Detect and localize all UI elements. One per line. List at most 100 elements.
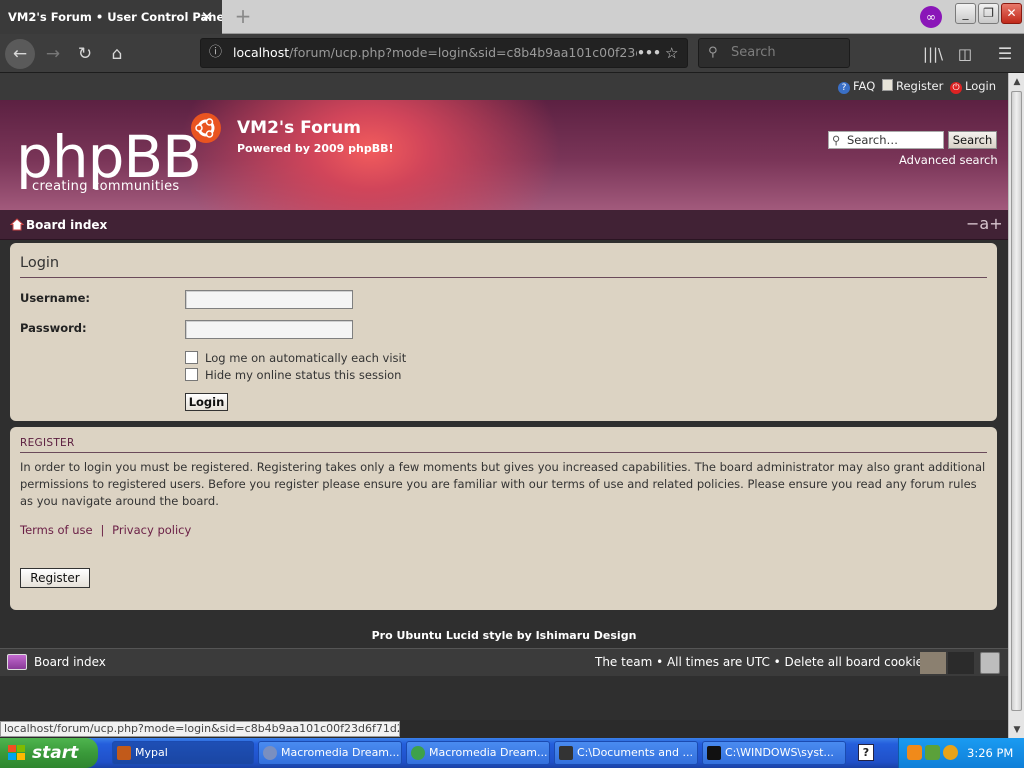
font-size-controls[interactable]: −a+ [966,214,1003,233]
divider [20,452,987,453]
taskbar-clock: 3:26 PM [967,746,1014,760]
vertical-scrollbar[interactable]: ▲ ▼ [1008,73,1024,740]
autologin-checkbox[interactable] [185,351,198,364]
top-navigation: ? FAQ Register ⏻ Login [0,73,1008,100]
web-page: ? FAQ Register ⏻ Login phpBB creating comm… [0,73,1008,720]
taskbar-item-dreamweaver-2[interactable]: Macromedia Dream... [406,741,550,765]
system-tray: 3:26 PM [898,738,1024,768]
logo-tagline: creating communities [32,179,180,194]
login-label: Login [965,79,997,93]
breadcrumb-board-index[interactable]: Board index [26,218,107,232]
search-icon: ⚲ [832,133,841,147]
faq-link[interactable]: ? FAQ [838,79,875,94]
back-arrow-icon[interactable]: ← [5,39,35,69]
browser-tab-strip: VM2's Forum • User Control Panel • Login… [0,0,1024,34]
privacy-policy-link[interactable]: Privacy policy [112,523,191,537]
breadcrumb: Board index −a+ [0,210,1008,240]
browser-search-input[interactable]: ⚲ Search [698,38,850,68]
url-path: /forum/ucp.php?mode=login&sid=c8b4b9aa10… [289,45,644,60]
link-status-url: localhost/forum/ucp.php?mode=login&sid=c… [0,721,400,737]
color-swatch-dark[interactable] [948,652,974,674]
forum-search-input[interactable]: ⚲ Search… [828,131,944,149]
task-label: Macromedia Dream... [429,746,548,759]
footer-board-index-link[interactable]: Board index [34,655,106,669]
close-window-button[interactable]: ✕ [1001,3,1022,24]
register-link[interactable]: Register [882,79,943,93]
site-info-icon[interactable]: ⓘ [209,39,222,67]
power-icon: ⏻ [950,82,962,94]
new-tab-icon[interactable]: + [232,5,254,27]
taskbar-item-documents-folder[interactable]: C:\Documents and ... [554,741,698,765]
forum-title[interactable]: VM2's Forum [237,118,361,138]
taskbar-item-command-prompt[interactable]: C:\WINDOWS\syst... [702,741,846,765]
help-icon[interactable]: ? [858,744,874,761]
tray-search-icon[interactable] [943,745,958,760]
scrollbar-thumb[interactable] [1011,91,1022,711]
menu-hamburger-icon[interactable]: ☰ [990,39,1020,69]
page-actions-icon[interactable]: ••• [637,39,661,67]
home-icon[interactable]: ⌂ [102,39,132,69]
sidebar-icon[interactable]: ◫ [950,39,980,69]
username-input[interactable] [185,290,353,309]
register-title: REGISTER [20,437,75,449]
active-tab[interactable]: VM2's Forum • User Control Panel • Login [0,0,222,34]
forum-search-button[interactable]: Search [948,131,997,149]
library-icon[interactable]: |||\ [918,39,948,69]
tab-close-icon[interactable]: ✕ [198,8,216,26]
restore-window-button[interactable]: ❐ [978,3,999,24]
task-label: Mypal [135,746,168,759]
footer-bar: Board index The team • All times are UTC… [0,648,1008,676]
password-label: Password: [20,321,87,335]
autologin-label: Log me on automatically each visit [205,351,407,365]
login-title: Login [20,255,60,271]
start-label: start [32,743,79,763]
windows-logo-icon [8,745,25,760]
reload-icon[interactable]: ↻ [70,39,100,69]
username-label: Username: [20,291,90,305]
tab-title: VM2's Forum • User Control Panel • Login [8,10,222,24]
browser-search-placeholder: Search [731,45,776,60]
hide-status-checkbox[interactable] [185,368,198,381]
register-button[interactable]: Register [20,568,90,588]
hide-status-label: Hide my online status this session [205,368,402,382]
advanced-search-link[interactable]: Advanced search [899,153,998,167]
search-icon: ⚲ [708,45,718,60]
login-link[interactable]: ⏻ Login [950,79,996,94]
task-label: Macromedia Dream... [281,746,400,759]
taskbar-item-dreamweaver-1[interactable]: Macromedia Dream... [258,741,402,765]
forum-header: phpBB creating communities VM2's Forum P… [0,100,1008,210]
footer-links[interactable]: The team • All times are UTC • Delete al… [595,655,929,669]
forum-search-placeholder: Search… [847,133,899,147]
register-icon [882,79,893,91]
terms-of-use-link[interactable]: Terms of use [20,523,93,537]
start-button[interactable]: start [0,738,98,768]
faq-label: FAQ [853,79,876,93]
taskbar-item-mypal[interactable]: Mypal [112,741,254,765]
board-index-icon [7,654,27,670]
bookmark-star-icon[interactable]: ☆ [665,39,678,67]
forum-description: Powered by 2009 phpBB! [237,142,394,155]
ubuntu-logo-icon [191,113,221,143]
task-label: C:\Documents and ... [577,746,693,759]
trash-icon[interactable] [980,652,1000,674]
forward-arrow-icon[interactable]: → [38,39,68,69]
phpbb-logo[interactable]: phpBB [16,128,202,186]
password-input[interactable] [185,320,353,339]
address-bar[interactable]: ⓘ localhost/forum/ucp.php?mode=login&sid… [200,38,688,68]
login-submit-button[interactable]: Login [185,393,228,411]
minimize-window-button[interactable]: _ [955,3,976,24]
url-host: localhost [233,45,290,60]
scroll-down-icon[interactable]: ▼ [1010,723,1024,737]
style-credit[interactable]: Pro Ubuntu Lucid style by Ishimaru Desig… [0,629,1008,642]
tray-network-icon[interactable] [925,745,940,760]
register-panel: REGISTER In order to login you must be r… [10,427,997,610]
color-swatch-tan[interactable] [920,652,946,674]
command-prompt-icon [707,746,721,760]
windows-taskbar: start Mypal Macromedia Dream... Macromed… [0,738,1024,768]
tray-app-icon[interactable] [907,745,922,760]
scroll-up-icon[interactable]: ▲ [1010,75,1024,89]
navigation-toolbar: ← → ↻ ⌂ ⓘ localhost/forum/ucp.php?mode=l… [0,34,1024,73]
private-browsing-icon: ∞ [920,6,942,28]
home-icon [10,218,24,231]
archive-icon [559,746,573,760]
